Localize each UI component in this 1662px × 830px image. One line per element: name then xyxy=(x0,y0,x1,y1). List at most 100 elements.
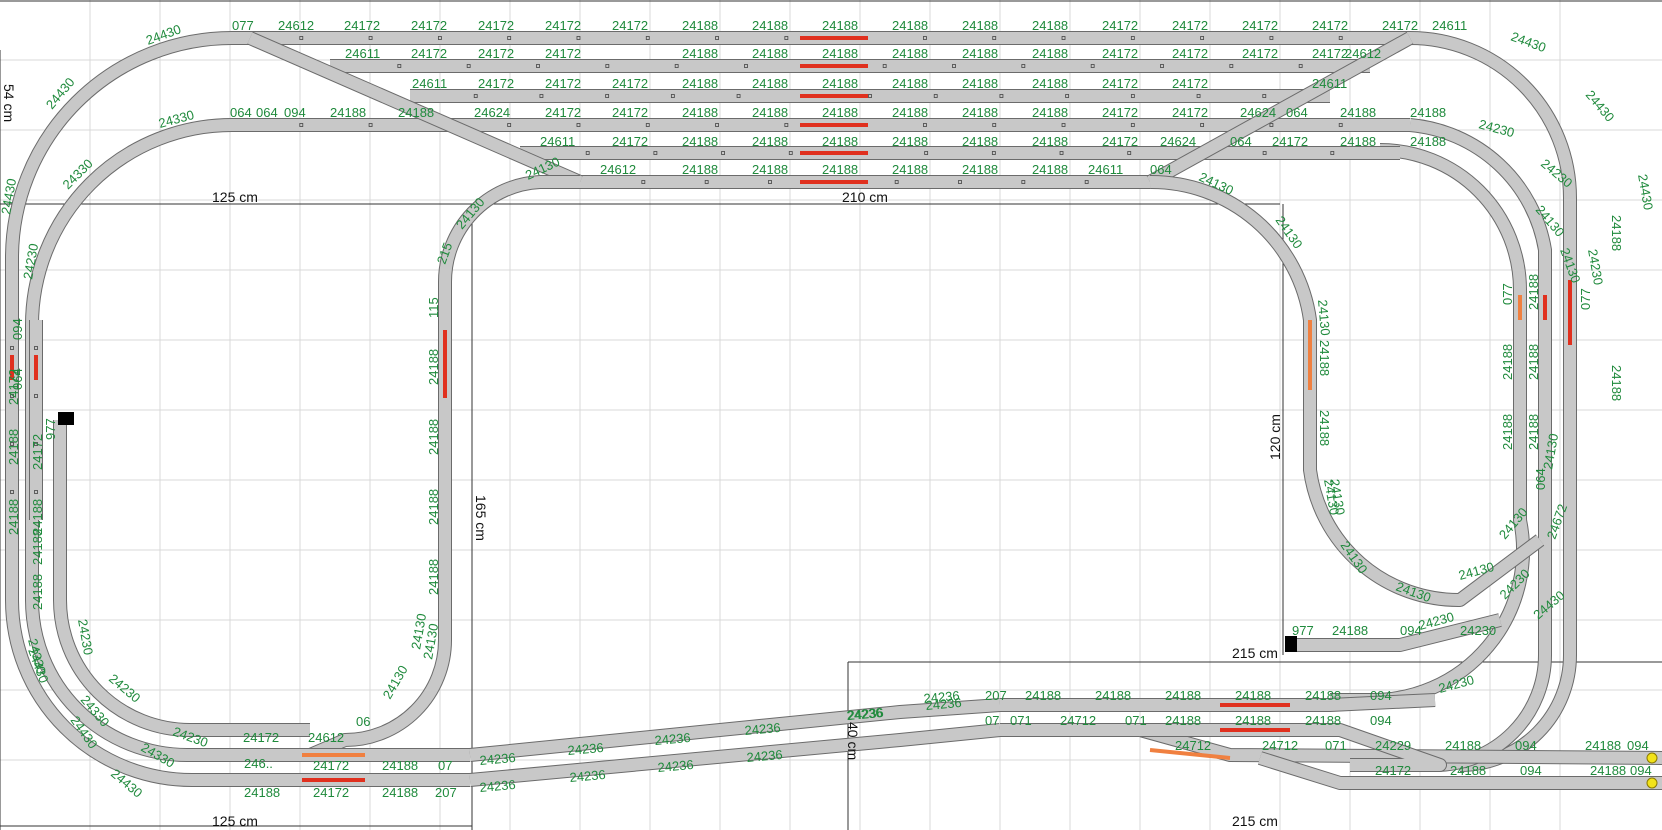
piece-label: 24188 xyxy=(1340,134,1376,149)
piece-label: 24236 xyxy=(847,705,884,723)
piece-label: 24188 xyxy=(682,105,718,120)
piece-label: 24188 xyxy=(962,105,998,120)
piece-label: 24236 xyxy=(923,688,960,706)
piece-label: 24172 xyxy=(545,76,581,91)
piece-label: 24188 xyxy=(1445,738,1481,753)
piece-label: 24188 xyxy=(962,134,998,149)
piece-label: 24188 xyxy=(1526,344,1541,380)
piece-label: 24612 xyxy=(1345,46,1381,61)
piece-label: 077 xyxy=(1500,283,1515,305)
piece-label: 24188 xyxy=(1609,365,1624,401)
piece-label: 24188 xyxy=(1590,763,1626,778)
piece-label: 24188 xyxy=(426,419,441,455)
piece-label: 094 xyxy=(1400,623,1422,638)
piece-label: 24188 xyxy=(382,758,418,773)
piece-label: 24172 xyxy=(1172,105,1208,120)
piece-label: 094 xyxy=(1630,763,1652,778)
piece-label: 24172 xyxy=(612,76,648,91)
piece-label: 24172 xyxy=(478,46,514,61)
piece-label: 24172 xyxy=(1102,105,1138,120)
piece-label: 24712 xyxy=(1060,713,1096,728)
piece-label: 24130 xyxy=(1315,299,1333,336)
piece-label: 24172 xyxy=(411,46,447,61)
piece-label: 24236 xyxy=(569,767,606,785)
piece-label: 064 xyxy=(1230,134,1252,149)
buffer-stop-right xyxy=(1285,636,1297,652)
piece-label: 24172 xyxy=(1172,46,1208,61)
piece-label: 24611 xyxy=(1432,18,1467,33)
piece-label: 24188 xyxy=(426,349,441,385)
piece-label: 24236 xyxy=(657,757,694,775)
piece-label: 24188 xyxy=(30,529,45,565)
piece-label: 24236 xyxy=(479,750,516,768)
piece-label: 24188 xyxy=(1032,162,1068,177)
piece-label: 24188 xyxy=(1332,623,1368,638)
piece-label: 24172 xyxy=(313,785,349,800)
dim-right-inner-height: 120 cm xyxy=(1267,414,1283,460)
piece-label: 24188 xyxy=(1500,344,1515,380)
dim-left-width-bottom: 125 cm xyxy=(212,813,258,829)
piece-label: 24188 xyxy=(1526,414,1541,450)
piece-label: 24188 xyxy=(752,105,788,120)
piece-label: 24236 xyxy=(746,747,783,765)
piece-label: 24236 xyxy=(744,720,781,738)
piece-label: 24172 xyxy=(1242,18,1278,33)
piece-label: 24188 xyxy=(1032,76,1068,91)
piece-label: 24188 xyxy=(30,574,45,610)
piece-label: 064 xyxy=(230,105,252,120)
piece-label: 24624 xyxy=(1240,105,1276,120)
piece-label: 24172 xyxy=(545,105,581,120)
piece-label: 24611 xyxy=(412,76,447,91)
piece-label: 24188 xyxy=(244,785,280,800)
dim-right-width-bottom: 215 cm xyxy=(1232,813,1278,829)
piece-label: 24172 xyxy=(478,76,514,91)
piece-label: 24188 xyxy=(682,134,718,149)
dim-middle-small: 40 cm xyxy=(845,722,861,760)
piece-label: 24172 xyxy=(612,18,648,33)
dim-inner-height: 165 cm xyxy=(473,495,489,541)
piece-label: 24188 xyxy=(382,785,418,800)
piece-label: 24188 xyxy=(6,429,21,465)
piece-label: 24624 xyxy=(1160,134,1196,149)
piece-label: 24188 xyxy=(1317,410,1332,446)
piece-label: 24188 xyxy=(1165,713,1201,728)
piece-label: 24188 xyxy=(330,105,366,120)
piece-label: 24188 xyxy=(682,162,718,177)
piece-label: 24188 xyxy=(1305,688,1341,703)
piece-label: 24188 xyxy=(1025,688,1061,703)
piece-label: 07 xyxy=(985,713,999,728)
piece-label: 094 xyxy=(10,318,25,340)
piece-label: 24172 xyxy=(1312,46,1348,61)
piece-label: 064 xyxy=(1533,468,1548,490)
piece-label: 24188 xyxy=(426,559,441,595)
piece-label: 24172 xyxy=(1102,134,1138,149)
piece-label: 207 xyxy=(985,688,1007,703)
piece-label: 24172 xyxy=(1102,76,1138,91)
piece-label: 24188 xyxy=(1305,713,1341,728)
piece-label: 24188 xyxy=(682,76,718,91)
piece-label: 24229 xyxy=(1375,738,1411,753)
piece-label: 246.. xyxy=(244,756,273,771)
piece-label: 24172 xyxy=(1172,76,1208,91)
piece-label: 064 xyxy=(10,368,25,390)
piece-label: 24172 xyxy=(478,18,514,33)
piece-label: 24172 xyxy=(1375,763,1411,778)
piece-label: 064 xyxy=(1150,162,1172,177)
piece-label: 24188 xyxy=(962,76,998,91)
piece-label: 24188 xyxy=(1235,713,1271,728)
piece-label: 24712 xyxy=(1175,738,1211,753)
piece-label: 24172 xyxy=(1272,134,1308,149)
piece-label: 077 xyxy=(1578,288,1593,310)
buffer-stop-left xyxy=(58,412,74,425)
piece-label: 24172 xyxy=(612,105,648,120)
piece-label: 24188 xyxy=(822,46,858,61)
piece-label: 094 xyxy=(1370,713,1392,728)
piece-label: 094 xyxy=(1515,738,1537,753)
piece-label: 24230 xyxy=(1460,623,1496,638)
piece-label: 24172 xyxy=(243,730,279,745)
piece-label: 24188 xyxy=(398,105,434,120)
end-marker-top xyxy=(1646,752,1658,764)
piece-label: 24188 xyxy=(1317,340,1332,376)
piece-label: 24612 xyxy=(278,18,314,33)
piece-label: 24188 xyxy=(1500,414,1515,450)
